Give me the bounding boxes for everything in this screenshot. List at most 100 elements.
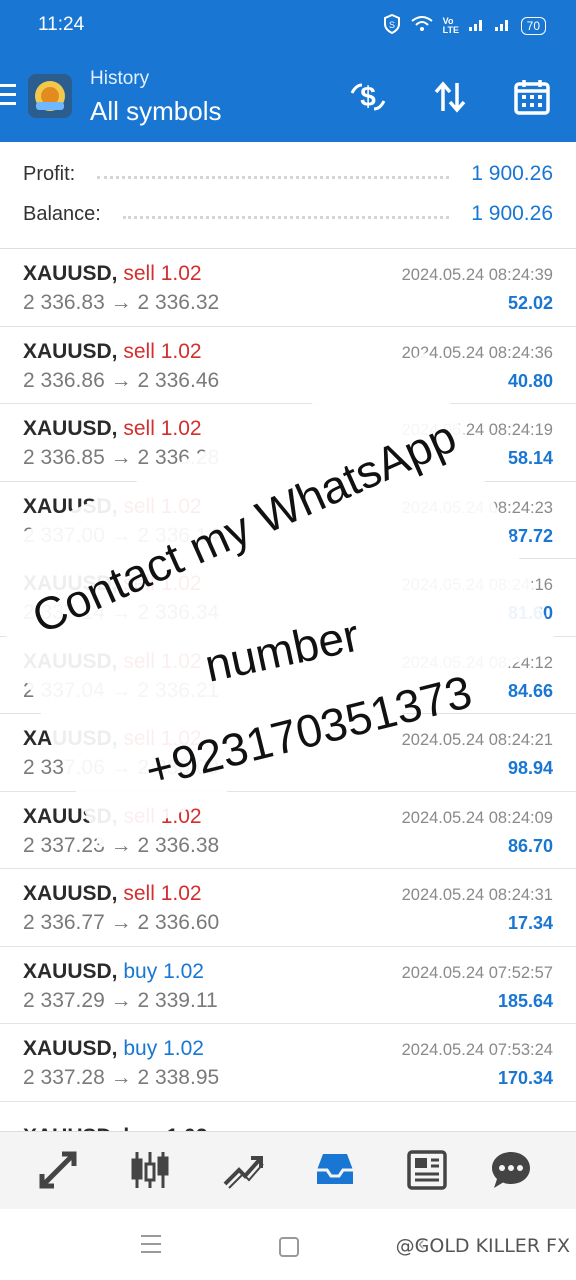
trade-profit: 17.34 — [507, 913, 553, 933]
trade-prices: 2 337.29 → 2 339.11 — [23, 988, 218, 1012]
app-bar: History All symbols $ — [0, 50, 576, 142]
calendar-icon[interactable] — [511, 76, 553, 118]
trade-time: 2024.05.24 08:24:31 — [401, 886, 553, 904]
symbol-name: XAUUSD, — [23, 1037, 118, 1060]
trade-prices: 2 336.86 → 2 336.46 — [23, 368, 220, 392]
history-icon[interactable] — [313, 1148, 357, 1192]
trade-direction: sell 1.02 — [123, 804, 202, 828]
profit-value: 1 900.26 — [471, 162, 553, 185]
trade-row[interactable]: XAUUSD, buy 1.02 2 337.28 → 2 338.95 2024.… — [0, 1024, 576, 1102]
trade-profit: 81.60 — [507, 603, 553, 623]
balance-label: Balance: — [23, 202, 101, 225]
watermark: @GOLD KILLER FX — [395, 1235, 570, 1257]
quotes-icon[interactable] — [36, 1148, 80, 1192]
symbol-name: XAUUSD, — [23, 727, 118, 750]
trade-prices: 2 337.06 → 2 336.09 — [23, 756, 220, 779]
svg-text:$: $ — [360, 81, 376, 112]
trade-prices: 2 337.14 → 2 336.34 — [23, 601, 220, 624]
chart-icon[interactable] — [128, 1148, 172, 1192]
sort-icon[interactable] — [429, 76, 471, 118]
trade-direction: sell 1.02 — [123, 882, 202, 905]
trade-prices: 2 337.04 → 2 336.21 — [23, 678, 220, 702]
trade-list[interactable]: XAUUSD, sell 1.02 2 336.83 → 2 336.32 2024… — [0, 249, 576, 1102]
symbol-name: XAUUSD, — [23, 959, 118, 983]
trade-symbol: XAUUSD, buy 1.02 — [23, 1037, 204, 1061]
trade-icon[interactable] — [221, 1148, 265, 1192]
recent-apps-icon[interactable] — [141, 1235, 161, 1259]
trade-direction: sell 1.02 — [123, 572, 202, 595]
page-title[interactable]: All symbols — [90, 96, 221, 127]
svg-text:S: S — [389, 20, 395, 30]
trade-profit: 185.64 — [497, 990, 553, 1011]
trade-time: 2024.05.24 07:52:57 — [401, 963, 553, 982]
trade-prices: 2 337.28 → 2 338.95 — [23, 1066, 220, 1089]
trade-row[interactable]: XAUUSD, sell 1.02 2 337.04 → 2 336.21 2024… — [0, 637, 576, 714]
app-logo[interactable] — [26, 72, 74, 120]
trade-profit: 58.14 — [507, 448, 553, 468]
page-subtitle: History — [90, 68, 150, 89]
trade-symbol: XAUUSD, sell 1.02 — [23, 417, 202, 441]
system-nav-bar: ‹ @GOLD KILLER FX — [0, 1209, 576, 1280]
chat-icon[interactable] — [489, 1148, 533, 1192]
trade-direction: sell 1.02 — [123, 417, 202, 440]
trade-profit: 40.80 — [507, 370, 553, 391]
trade-symbol: XAUUSD, sell 1.02 — [23, 262, 202, 286]
profit-label: Profit: — [23, 162, 76, 185]
trade-direction: sell 1.02 — [123, 262, 202, 285]
trade-symbol: XAUUSD, sell 1.02 — [23, 727, 202, 751]
bottom-nav — [0, 1131, 576, 1210]
trade-time: 2024.05.24 07:53:24 — [401, 1041, 553, 1059]
currency-exchange-icon[interactable]: $ — [347, 76, 389, 118]
trade-profit: 52.02 — [507, 293, 553, 313]
signal-icon — [468, 17, 485, 34]
trade-symbol: XAUUSD, sell 1.02 — [23, 650, 202, 674]
trade-direction: sell 1.02 — [123, 494, 202, 518]
symbol-name: XAUUSD, — [23, 649, 118, 673]
trade-prices: 2 336.85 → 2 336.28 — [23, 446, 220, 469]
trade-symbol: XAUUSD, sell 1.02 — [23, 340, 202, 364]
trade-time: 2024.05.24 08:24:09 — [401, 808, 553, 827]
trade-symbol: XAUUSD, sell 1.02 — [23, 805, 202, 829]
trade-time: 2024.05.24 08:24:39 — [401, 266, 553, 284]
trade-profit: 86.70 — [507, 835, 553, 856]
status-bar: 11:24 S Vo LTE 70 — [0, 0, 576, 50]
account-summary: Profit: 1 900.26 Balance: 1 900.26 — [0, 142, 576, 249]
trade-prices: 2 337.23 → 2 336.38 — [23, 833, 220, 857]
profit-row: Profit: 1 900.26 — [23, 162, 553, 186]
trade-row[interactable]: XAUUSD, sell 1.02 2 336.85 → 2 336.28 2024… — [0, 404, 576, 482]
trade-prices: 2 337.00 → 2 336.14 — [23, 523, 220, 547]
trade-profit: 87.72 — [507, 525, 553, 546]
trade-row[interactable]: XAUUSD, sell 1.02 2 337.06 → 2 336.09 2024… — [0, 714, 576, 792]
trade-direction: sell 1.02 — [123, 649, 202, 673]
trade-row[interactable]: XAUUSD, sell 1.02 2 337.23 → 2 336.38 2024… — [0, 792, 576, 869]
trade-time: 2024.05.24 08:24:23 — [401, 498, 553, 517]
trade-row[interactable]: XAUUSD, sell 1.02 2 336.86 → 2 336.46 2024… — [0, 327, 576, 404]
trade-time: 2024.05.24 08:24:21 — [401, 731, 553, 749]
trade-time: 2024.05.24 08:24:36 — [401, 343, 553, 362]
balance-value: 1 900.26 — [471, 202, 553, 225]
trade-profit: 98.94 — [507, 758, 553, 778]
trade-direction: sell 1.02 — [123, 727, 202, 750]
trade-row[interactable]: XAUUSD, sell 1.02 2 337.00 → 2 336.14 2024… — [0, 482, 576, 559]
trade-row[interactable]: XAUUSD, sell 1.02 2 337.14 → 2 336.34 2024… — [0, 559, 576, 637]
trade-symbol: XAUUSD, sell 1.02 — [23, 882, 202, 906]
trade-prices: 2 336.83 → 2 336.32 — [23, 291, 220, 314]
status-time: 11:24 — [38, 14, 85, 35]
home-icon[interactable] — [279, 1237, 299, 1257]
dotted-leader — [97, 170, 450, 179]
dotted-leader — [122, 210, 450, 219]
trade-row[interactable]: XAUUSD, sell 1.02 2 336.83 → 2 336.32 2024… — [0, 249, 576, 327]
menu-icon[interactable] — [0, 84, 16, 106]
trade-direction: buy 1.02 — [123, 1037, 204, 1060]
news-icon[interactable] — [405, 1148, 449, 1192]
signal-icon-2 — [494, 17, 511, 34]
trade-row[interactable]: XAUUSD, buy 1.02 2 337.29 → 2 339.11 2024.… — [0, 947, 576, 1024]
trade-direction: sell 1.02 — [123, 339, 202, 363]
battery-indicator: 70 — [520, 16, 546, 35]
trade-row[interactable]: XAUUSD, sell 1.02 2 336.77 → 2 336.60 2024… — [0, 869, 576, 947]
wifi-icon — [411, 16, 433, 35]
trade-profit: 84.66 — [507, 680, 553, 701]
symbol-name: XAUUSD, — [23, 417, 118, 440]
trade-prices: 2 336.77 → 2 336.60 — [23, 911, 220, 934]
symbol-name: XAUUSD, — [23, 882, 118, 905]
